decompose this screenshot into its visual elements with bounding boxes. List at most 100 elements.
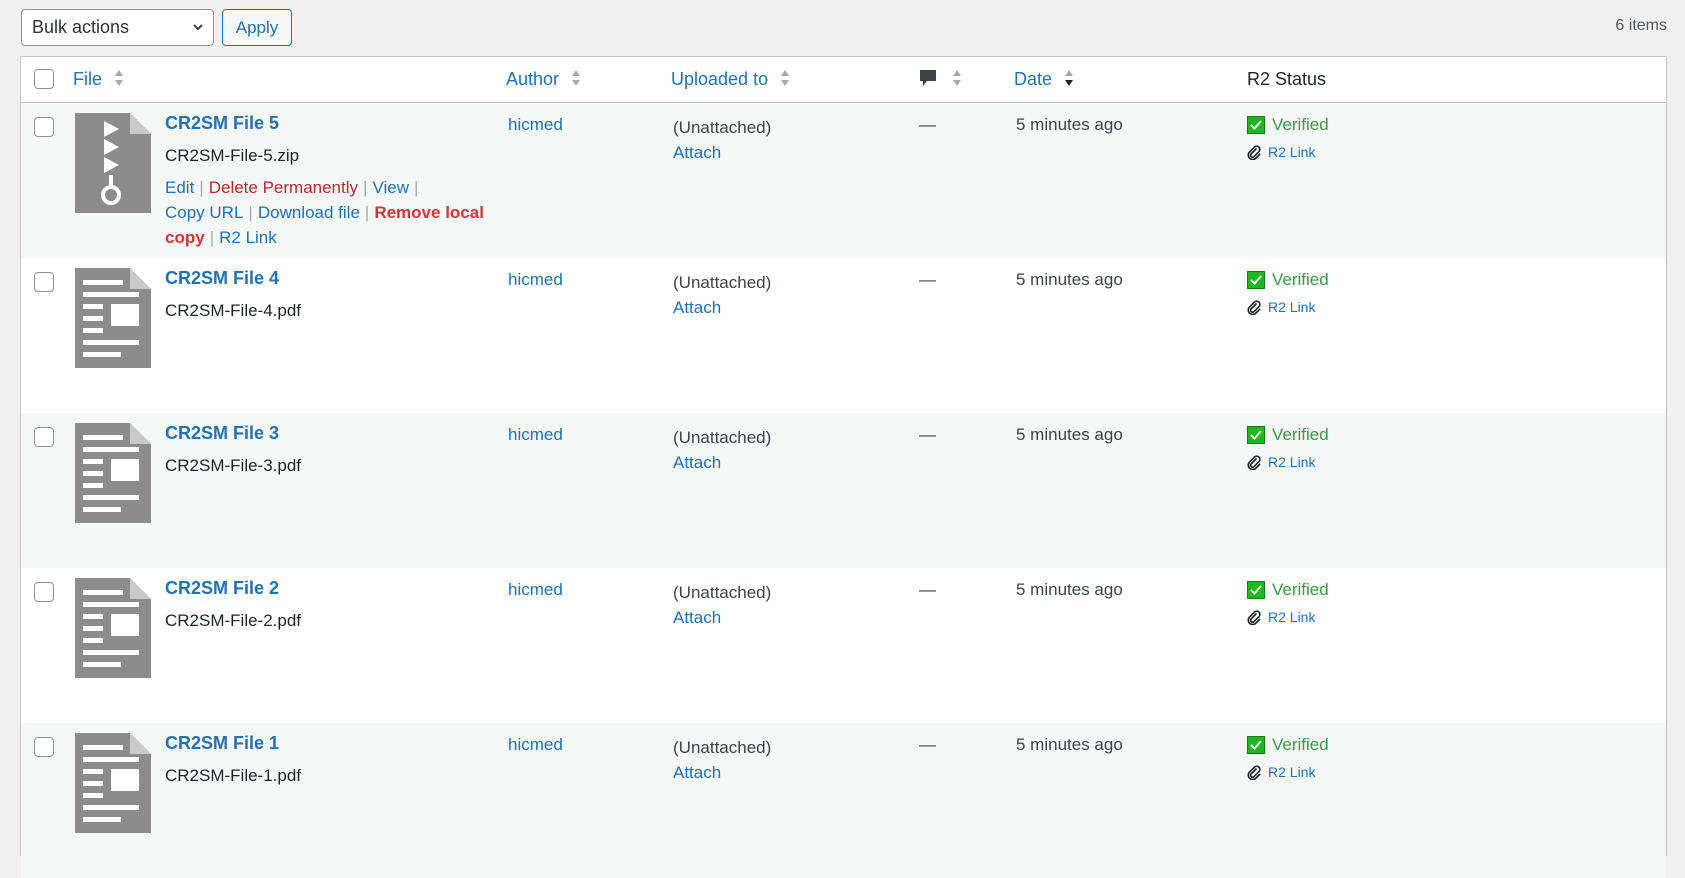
r2-link-label: R2 Link <box>1268 299 1316 315</box>
uploaded-to: (Unattached) Attach <box>673 580 771 630</box>
document-file-icon <box>75 268 151 368</box>
items-count: 6 items <box>1615 17 1667 34</box>
edit-link[interactable]: Edit <box>165 178 194 197</box>
author-link[interactable]: hicmed <box>508 115 563 135</box>
row-checkbox[interactable] <box>34 582 54 602</box>
column-comments[interactable] <box>919 57 962 102</box>
table-row: CR2SM File 5 CR2SM-File-5.zip hicmed (Un… <box>21 103 1666 258</box>
verified-label: Verified <box>1272 425 1329 444</box>
attach-link[interactable]: Attach <box>673 298 721 317</box>
paperclip-icon <box>1247 454 1261 470</box>
upload-date: 5 minutes ago <box>1016 735 1123 754</box>
table-body: CR2SM File 5 CR2SM-File-5.zip hicmed (Un… <box>21 103 1666 878</box>
r2-link[interactable]: R2 Link <box>1247 764 1329 780</box>
verified-status: Verified <box>1247 425 1329 445</box>
action-separator: | <box>248 203 253 222</box>
attach-link[interactable]: Attach <box>673 608 721 627</box>
bulk-actions-label: Bulk actions <box>32 17 130 37</box>
comments-count: — <box>919 735 936 754</box>
r2-link[interactable]: R2 Link <box>1247 609 1329 625</box>
comments-count: — <box>919 270 936 289</box>
attach-link[interactable]: Attach <box>673 453 721 472</box>
view-link[interactable]: View <box>372 178 409 197</box>
document-file-icon <box>75 733 151 833</box>
r2-status: Verified R2 Link <box>1247 425 1329 470</box>
verified-status: Verified <box>1247 580 1329 600</box>
column-author[interactable]: Author <box>506 57 581 102</box>
comments-count: — <box>919 115 936 134</box>
paperclip-icon <box>1247 144 1261 160</box>
sort-icon <box>115 70 124 87</box>
row-checkbox[interactable] <box>34 117 54 137</box>
author-link[interactable]: hicmed <box>508 580 563 600</box>
attach-link[interactable]: Attach <box>673 763 721 782</box>
document-file-icon <box>75 423 151 523</box>
bulk-actions-select[interactable]: Bulk actions <box>21 9 214 46</box>
author-link[interactable]: hicmed <box>508 425 563 445</box>
uploaded-to: (Unattached) Attach <box>673 425 771 475</box>
archive-file-icon <box>75 113 151 213</box>
r2-link-label: R2 Link <box>1268 609 1316 625</box>
file-title-link[interactable]: CR2SM File 5 <box>165 113 279 134</box>
r2-link-label: R2 Link <box>1268 764 1316 780</box>
verified-status: Verified <box>1247 735 1329 755</box>
file-thumbnail[interactable] <box>75 733 151 833</box>
select-all-checkbox[interactable] <box>34 69 54 89</box>
table-row: CR2SM File 4 CR2SM-File-4.pdf hicmed (Un… <box>21 258 1666 413</box>
uploaded-to: (Unattached) Attach <box>673 115 771 165</box>
author-link[interactable]: hicmed <box>508 270 563 290</box>
r2-link[interactable]: R2 Link <box>1247 299 1329 315</box>
r2-link-label: R2 Link <box>1268 144 1316 160</box>
file-thumbnail[interactable] <box>75 423 151 523</box>
file-title-link[interactable]: CR2SM File 4 <box>165 268 279 289</box>
unattached-label: (Unattached) <box>673 428 772 447</box>
file-thumbnail[interactable] <box>75 578 151 678</box>
media-table: File Author Uploaded to Date R2 Status C… <box>20 56 1667 878</box>
action-separator: | <box>209 228 215 247</box>
unattached-label: (Unattached) <box>673 273 772 292</box>
checkmark-icon <box>1247 736 1265 754</box>
uploaded-to: (Unattached) Attach <box>673 270 771 320</box>
column-file-label[interactable]: File <box>73 69 102 89</box>
file-thumbnail[interactable] <box>75 268 151 368</box>
file-title-link[interactable]: CR2SM File 3 <box>165 423 279 444</box>
table-header: File Author Uploaded to Date R2 Status <box>21 57 1666 103</box>
unattached-label: (Unattached) <box>673 738 772 757</box>
column-uploaded-to-label[interactable]: Uploaded to <box>671 69 768 89</box>
attach-link[interactable]: Attach <box>673 143 721 162</box>
paperclip-icon <box>1247 764 1261 780</box>
copy-url-link[interactable]: Copy URL <box>165 203 243 222</box>
download-file-link[interactable]: Download file <box>258 203 360 222</box>
r2-link-action[interactable]: R2 Link <box>219 228 277 247</box>
verified-status: Verified <box>1247 115 1329 135</box>
paperclip-icon <box>1247 609 1261 625</box>
file-title-link[interactable]: CR2SM File 2 <box>165 578 279 599</box>
r2-link[interactable]: R2 Link <box>1247 144 1329 160</box>
upload-date: 5 minutes ago <box>1016 115 1123 134</box>
verified-label: Verified <box>1272 115 1329 134</box>
column-date-label[interactable]: Date <box>1014 69 1052 89</box>
verified-label: Verified <box>1272 270 1329 289</box>
r2-link[interactable]: R2 Link <box>1247 454 1329 470</box>
document-file-icon <box>75 578 151 678</box>
file-thumbnail[interactable] <box>75 113 151 213</box>
checkmark-icon <box>1247 426 1265 444</box>
upload-date: 5 minutes ago <box>1016 425 1123 444</box>
r2-link-label: R2 Link <box>1268 454 1316 470</box>
file-name: CR2SM-File-3.pdf <box>165 456 302 475</box>
upload-date: 5 minutes ago <box>1016 270 1123 289</box>
row-checkbox[interactable] <box>34 427 54 447</box>
column-uploaded-to[interactable]: Uploaded to <box>671 57 790 102</box>
sort-icon <box>953 70 962 87</box>
chevron-down-icon <box>193 24 203 31</box>
author-link[interactable]: hicmed <box>508 735 563 755</box>
delete-permanently-link[interactable]: Delete Permanently <box>209 178 358 197</box>
row-checkbox[interactable] <box>34 737 54 757</box>
column-file[interactable]: File <box>73 57 124 102</box>
apply-button[interactable]: Apply <box>222 9 292 46</box>
column-author-label[interactable]: Author <box>506 69 559 89</box>
verified-label: Verified <box>1272 580 1329 599</box>
row-checkbox[interactable] <box>34 272 54 292</box>
column-date[interactable]: Date <box>1014 57 1074 102</box>
file-title-link[interactable]: CR2SM File 1 <box>165 733 279 754</box>
